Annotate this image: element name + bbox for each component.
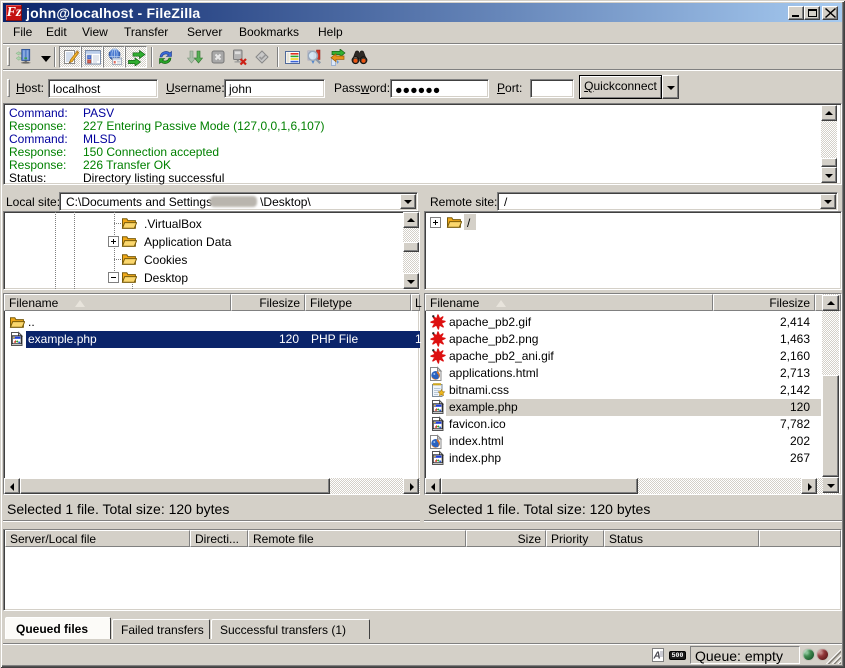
- svg-text:A: A: [653, 651, 661, 662]
